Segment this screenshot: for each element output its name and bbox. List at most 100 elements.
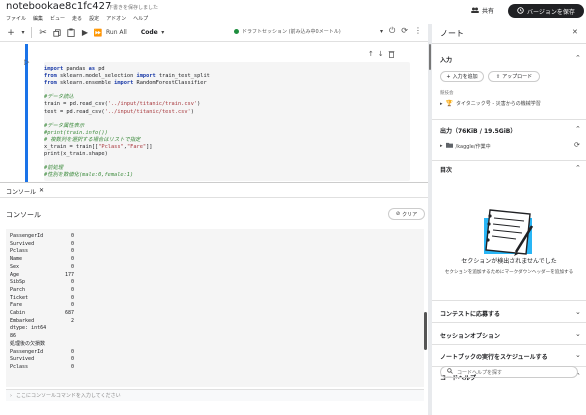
splitter-handle[interactable] bbox=[429, 44, 431, 70]
console-row: Pclass 0 bbox=[10, 248, 424, 256]
code-token: '../input/titanic/test.csv' bbox=[104, 108, 191, 115]
menu-settings[interactable]: 設定 bbox=[89, 15, 99, 22]
session-status[interactable]: ドラフトセッション (前み込み中0メートル) bbox=[234, 28, 341, 35]
console-input[interactable]: › ここにコンソールコマンドを入力してください bbox=[6, 389, 424, 401]
clear-button[interactable]: ⊘ クリア bbox=[388, 208, 425, 220]
console-row: Survived 0 bbox=[10, 241, 424, 249]
console-key: SibSp bbox=[10, 279, 26, 286]
save-version-button[interactable]: バージョンを保存 bbox=[508, 4, 584, 18]
close-icon[interactable]: ✕ bbox=[572, 28, 578, 36]
code-line: #性別を数値化(male:0,female:1) bbox=[44, 172, 410, 179]
copy-icon[interactable] bbox=[50, 26, 64, 40]
competition-item[interactable]: ▸ 🏆 タイタニック号 - 災害からの機械学習 bbox=[440, 100, 541, 107]
chevron-down-icon[interactable]: ⌄ bbox=[575, 351, 581, 359]
console-row: Cabin 687 bbox=[10, 310, 424, 318]
code-token: pd bbox=[95, 66, 105, 72]
menu-edit[interactable]: 編集 bbox=[33, 15, 43, 22]
chevron-up-icon[interactable]: ⌃ bbox=[575, 54, 581, 62]
console-value: 0 bbox=[70, 279, 74, 286]
console-value: 687 bbox=[64, 310, 74, 317]
chevron-down-icon[interactable]: ▾ bbox=[19, 26, 27, 40]
chevron-down-icon[interactable]: ▾ bbox=[158, 26, 168, 40]
toolbar-right: ▾ ⏻ ⟳ ⋮ bbox=[380, 26, 422, 36]
refresh-icon[interactable]: ⟳ bbox=[574, 141, 580, 149]
menu-file[interactable]: ファイル bbox=[6, 15, 26, 22]
caret-right-icon: ▸ bbox=[440, 100, 443, 107]
session-options-title[interactable]: セッションオプション bbox=[440, 331, 500, 340]
menu-run[interactable]: 走る bbox=[72, 15, 82, 22]
add-input-button[interactable]: + 入力を追加 bbox=[440, 71, 484, 82]
console-row: Age 177 bbox=[10, 272, 424, 280]
code-token: #print(train.info()) bbox=[44, 129, 108, 136]
cell-type-select[interactable]: Code bbox=[141, 26, 158, 40]
console-key: PassengerId bbox=[10, 348, 44, 355]
chevron-down-icon[interactable]: ⌄ bbox=[575, 308, 581, 316]
divider bbox=[432, 43, 586, 44]
code-token: train_test_split bbox=[155, 73, 210, 80]
code-line: #データ読込 bbox=[44, 94, 410, 101]
code-token: #データ読込 bbox=[44, 94, 74, 101]
power-icon[interactable]: ⏻ bbox=[389, 26, 395, 36]
cell-gutter bbox=[0, 42, 24, 183]
toc-section-title[interactable]: 目次 bbox=[440, 165, 452, 174]
refresh-icon[interactable]: ⟳ bbox=[401, 26, 408, 36]
console-value: 0 bbox=[70, 240, 74, 247]
clear-label: クリア bbox=[402, 211, 418, 218]
code-token: import bbox=[136, 73, 156, 80]
more-icon[interactable]: ⋮ bbox=[414, 26, 422, 36]
paste-icon[interactable] bbox=[64, 26, 78, 40]
plus-icon[interactable]: + bbox=[3, 26, 19, 40]
run-all-button[interactable]: Run All bbox=[106, 26, 127, 40]
play-icon[interactable]: ▶ bbox=[78, 26, 92, 40]
submit-section-title[interactable]: コンテストに応募する bbox=[440, 309, 500, 318]
output-section-title[interactable]: 出力（76KiB / 19.5GiB） bbox=[440, 126, 516, 135]
scissors-icon[interactable]: ✂ bbox=[36, 26, 50, 40]
console-key: Pclass bbox=[10, 363, 29, 370]
menu-addons[interactable]: アドオン bbox=[106, 15, 126, 22]
divider bbox=[432, 322, 586, 323]
add-input-label: 入力を追加 bbox=[452, 74, 478, 80]
competition-name: タイタニック号 - 災害からの機械学習 bbox=[456, 101, 541, 107]
menu-view[interactable]: ビュー bbox=[50, 15, 65, 22]
console-row: Parch 0 bbox=[10, 287, 424, 295]
console-row: PassengerId 0 bbox=[10, 233, 424, 241]
code-line: x_train = train[["Pclass","Fare"]] bbox=[44, 144, 410, 151]
code-line: # 複数列を選択する場合はリストで指定 bbox=[44, 137, 410, 144]
output-folder[interactable]: ▸ /kaggle/作業中 bbox=[440, 142, 491, 150]
console-row: Embarked 2 bbox=[10, 318, 424, 326]
saved-status: 下書きを保存しました bbox=[108, 5, 159, 11]
schedule-section-title[interactable]: ノートブックの実行をスケジュールする bbox=[440, 352, 548, 361]
chevron-down-icon[interactable]: ⌄ bbox=[575, 330, 581, 338]
run-cell-icon[interactable]: ▷ bbox=[24, 58, 29, 66]
chevron-up-icon[interactable]: ⌃ bbox=[575, 125, 581, 133]
share-button[interactable]: 共有 bbox=[471, 6, 494, 15]
code-token: train = pd.read_csv( bbox=[44, 101, 108, 108]
code-line: from sklearn.ensemble import RandomFores… bbox=[44, 80, 410, 87]
code-help-search[interactable]: コードヘルプを探す bbox=[440, 366, 578, 378]
console-value: 0 bbox=[70, 263, 74, 270]
console-key: Parch bbox=[10, 286, 26, 293]
console-value: 0 bbox=[70, 356, 74, 363]
console-scrollbar[interactable] bbox=[424, 312, 427, 350]
move-down-icon[interactable]: ↓ bbox=[378, 50, 384, 60]
notebook-title[interactable]: notebookae8c1fc427 bbox=[6, 1, 111, 12]
delete-cell-icon[interactable] bbox=[388, 50, 395, 60]
close-icon[interactable]: ✕ bbox=[39, 187, 44, 196]
console-value: 0 bbox=[70, 248, 74, 255]
code-line: #print(train.info()) bbox=[44, 130, 410, 137]
tab-console[interactable]: コンソール ✕ bbox=[6, 187, 44, 196]
upload-button[interactable]: ⇪ アップロード bbox=[488, 71, 540, 82]
chevron-down-icon[interactable]: ▾ bbox=[380, 28, 383, 36]
move-up-icon[interactable]: ↑ bbox=[368, 50, 374, 60]
menu-help[interactable]: ヘルプ bbox=[133, 15, 148, 22]
console-key: Name bbox=[10, 256, 23, 263]
top-header: notebookae8c1fc427 下書きを保存しました ファイル 編集 ビュ… bbox=[0, 0, 586, 24]
input-section-title[interactable]: 入力 bbox=[440, 55, 452, 64]
code-editor[interactable]: import pandas as pd from sklearn.model_se… bbox=[44, 62, 410, 181]
console-key: Pclass bbox=[10, 248, 29, 255]
code-token: #性別を数値化(male:0,female:1) bbox=[44, 172, 134, 179]
fast-forward-icon[interactable]: ⏩ bbox=[92, 26, 104, 40]
chevron-up-icon[interactable]: ⌃ bbox=[575, 164, 581, 172]
